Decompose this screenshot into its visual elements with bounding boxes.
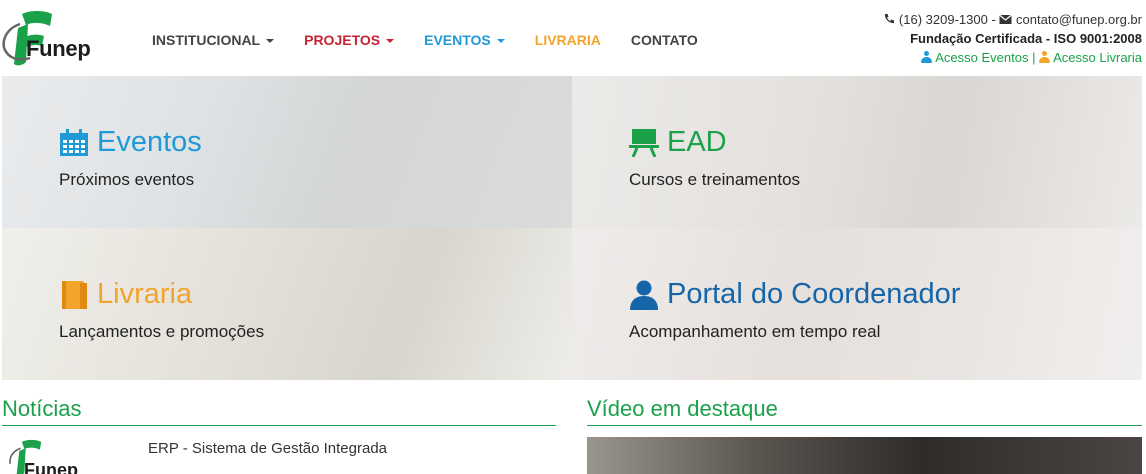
news-thumb-wordmark: Funep — [24, 460, 78, 474]
caret-down-icon — [496, 38, 505, 43]
envelope-icon — [999, 14, 1013, 24]
tile-portal-label: Portal do Coordenador — [667, 278, 961, 310]
tile-eventos-subtitle: Próximos eventos — [59, 170, 195, 189]
contact-line: (16) 3209-1300 - contato@funep.org.br — [883, 10, 1142, 29]
nav-eventos[interactable]: EVENTOS — [424, 32, 505, 48]
featured-video-player[interactable] — [587, 437, 1142, 474]
tile-ead-subtitle: Cursos e treinamentos — [629, 170, 801, 189]
nav-institucional[interactable]: INSTITUCIONAL — [152, 32, 275, 48]
tile-portal-subtitle: Acompanhamento em tempo real — [629, 322, 881, 341]
tile-portal-coordenador[interactable]: Portal do Coordenador Acompanhamento em … — [572, 228, 1142, 380]
tile-ead-title: EAD — [629, 126, 727, 159]
main-nav: INSTITUCIONAL PROJETOS EVENTOS LIVRARIA … — [152, 32, 728, 48]
page: Funep INSTITUCIONAL PROJETOS EVENTOS LIV… — [0, 0, 1146, 474]
nav-institucional-label: INSTITUCIONAL — [152, 32, 261, 48]
access-bookstore-label-link[interactable]: Acesso Livraria — [1053, 50, 1142, 65]
user-icon — [1039, 51, 1051, 63]
news-thumbnail: Funep — [2, 436, 132, 474]
tile-ead[interactable]: EAD Cursos e treinamentos — [572, 76, 1142, 228]
nav-contato[interactable]: CONTATO — [631, 32, 698, 48]
news-section: Notícias Funep ERP - Sistema de Gestão I… — [2, 396, 556, 474]
funep-logo[interactable]: Funep — [0, 8, 130, 68]
nav-projetos[interactable]: PROJETOS — [304, 32, 395, 48]
user-icon — [630, 280, 658, 310]
video-heading: Vídeo em destaque — [587, 396, 1142, 426]
presentation-icon — [629, 128, 659, 157]
tile-livraria[interactable]: Livraria Lançamentos e promoções — [2, 228, 572, 380]
caret-down-icon — [266, 38, 275, 43]
access-events-link[interactable] — [921, 50, 935, 65]
news-item[interactable]: Funep ERP - Sistema de Gestão Integrada — [2, 436, 556, 474]
tile-eventos-label: Eventos — [97, 126, 202, 158]
calendar-icon — [60, 128, 88, 156]
nav-livraria-label: LIVRARIA — [534, 32, 601, 48]
access-bookstore-link[interactable] — [1039, 50, 1053, 65]
caret-down-icon — [386, 38, 395, 43]
tile-portal-title: Portal do Coordenador — [629, 278, 960, 311]
tile-livraria-label: Livraria — [97, 278, 193, 310]
nav-eventos-label: EVENTOS — [424, 32, 491, 48]
nav-projetos-label: PROJETOS — [304, 32, 381, 48]
phone-number[interactable]: (16) 3209-1300 — [899, 12, 988, 27]
nav-livraria[interactable]: LIVRARIA — [535, 32, 601, 48]
tile-ead-label: EAD — [667, 126, 727, 158]
access-events-label-link[interactable]: Acesso Eventos — [935, 50, 1028, 65]
access-separator: | — [1032, 50, 1036, 65]
phone-icon — [885, 14, 895, 24]
top-contact-info: (16) 3209-1300 - contato@funep.org.br Fu… — [883, 10, 1142, 67]
site-header: Funep INSTITUCIONAL PROJETOS EVENTOS LIV… — [0, 0, 1146, 76]
feature-tiles: Eventos Próximos eventos EAD Cursos e tr… — [2, 76, 1144, 380]
certification-text: Fundação Certificada - ISO 9001:2008 — [910, 31, 1142, 46]
video-section: Vídeo em destaque — [587, 396, 1142, 474]
nav-contato-label: CONTATO — [630, 32, 698, 48]
access-links: Acesso Eventos | Acesso Livraria — [883, 48, 1142, 67]
news-item-title[interactable]: ERP - Sistema de Gestão Integrada — [148, 440, 387, 457]
logo-wordmark: Funep — [26, 36, 91, 61]
tile-livraria-subtitle: Lançamentos e promoções — [59, 322, 265, 341]
book-icon — [62, 280, 87, 309]
contact-email[interactable]: contato@funep.org.br — [1016, 12, 1142, 27]
tile-eventos-title: Eventos — [59, 126, 202, 159]
tile-eventos[interactable]: Eventos Próximos eventos — [2, 76, 572, 228]
contact-dash: - — [991, 12, 996, 27]
tile-livraria-title: Livraria — [59, 278, 192, 311]
user-icon — [921, 51, 933, 63]
news-heading: Notícias — [2, 396, 556, 426]
